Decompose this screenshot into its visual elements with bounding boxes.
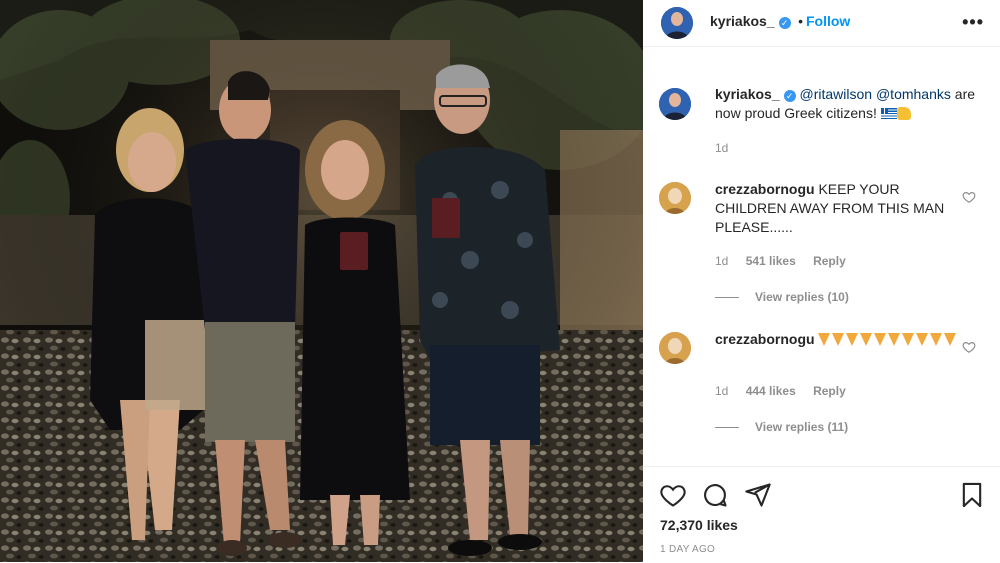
- caption-text: kyriakos_ ✓ @ritawilson @tomhanks are now…: [715, 85, 975, 123]
- pizza-emoji-icon: [818, 333, 831, 346]
- author-avatar[interactable]: [661, 7, 693, 39]
- view-replies-button[interactable]: View replies (11): [715, 420, 848, 434]
- commenter-avatar-image: [659, 332, 691, 364]
- verified-badge-icon: ✓: [783, 90, 796, 102]
- comment-item: crezzabornogu KEEP YOUR CHILDREN AWAY FR…: [659, 180, 984, 310]
- post-photo[interactable]: [0, 0, 643, 562]
- post-header: kyriakos_ ✓ • Follow •••: [643, 0, 1000, 47]
- caption-author[interactable]: kyriakos_: [715, 86, 780, 102]
- mention-ritawilson[interactable]: @ritawilson: [800, 86, 873, 102]
- replies-line: [715, 297, 739, 299]
- author-avatar-image: [661, 7, 693, 39]
- comment-likes[interactable]: 444 likes: [746, 384, 796, 398]
- photo-illustration: [0, 0, 643, 562]
- comment-text: crezzabornogu KEEP YOUR CHILDREN AWAY FR…: [715, 180, 975, 237]
- comment-likes[interactable]: 541 likes: [746, 254, 796, 268]
- share-icon[interactable]: [744, 481, 772, 509]
- post-date[interactable]: 1 DAY AGO: [660, 544, 715, 555]
- heart-icon[interactable]: [659, 481, 687, 509]
- pizza-emoji-icon: [874, 333, 887, 346]
- commenter-avatar[interactable]: [659, 182, 691, 214]
- like-count[interactable]: 72,370 likes: [660, 517, 738, 533]
- pizza-emoji-icon: [930, 333, 943, 346]
- comment-age: 1d: [715, 384, 729, 398]
- post-side-panel: kyriakos_ ✓ • Follow ••• kyriakos_ ✓ @ritaw…: [643, 0, 1000, 562]
- separator-dot: •: [798, 13, 803, 29]
- comment-author[interactable]: crezzabornogu: [715, 331, 815, 347]
- comment-like-heart-icon[interactable]: [962, 340, 976, 354]
- caption-meta: 1d: [715, 141, 742, 155]
- view-replies-label: View replies (11): [755, 420, 849, 434]
- header-user-row: kyriakos_ ✓ • Follow: [710, 13, 850, 31]
- pizza-emoji-icon: [902, 333, 915, 346]
- commenter-avatar-image: [659, 182, 691, 214]
- author-username[interactable]: kyriakos_: [710, 13, 775, 29]
- commenter-avatar[interactable]: [659, 332, 691, 364]
- view-replies-label: View replies (10): [755, 290, 849, 304]
- pizza-emoji-icon: [832, 333, 845, 346]
- view-replies-button[interactable]: View replies (10): [715, 290, 849, 304]
- comment-icon[interactable]: [701, 481, 729, 509]
- greek-flag-icon: [880, 108, 897, 119]
- post-actions: 72,370 likes 1 DAY AGO: [643, 466, 1000, 563]
- caption: kyriakos_ ✓ @ritawilson @tomhanks are now…: [659, 85, 984, 165]
- pizza-emoji-row: [818, 331, 958, 347]
- comment-age: 1d: [715, 254, 729, 268]
- follow-button[interactable]: Follow: [806, 13, 850, 29]
- more-options-icon[interactable]: •••: [962, 12, 984, 33]
- pizza-emoji-icon: [888, 333, 901, 346]
- pizza-emoji-icon: [860, 333, 873, 346]
- comment-item: crezzabornogu 1d 444 likes Reply View re…: [659, 330, 984, 460]
- pizza-emoji-icon: [846, 333, 859, 346]
- passport-1: [340, 232, 368, 270]
- comment-meta: 1d 541 likes Reply: [715, 254, 860, 268]
- passport-2: [432, 198, 460, 238]
- comments-list[interactable]: kyriakos_ ✓ @ritawilson @tomhanks are now…: [643, 62, 1000, 460]
- reply-button[interactable]: Reply: [813, 254, 846, 268]
- caption-age: 1d: [715, 141, 729, 155]
- replies-line: [715, 427, 739, 429]
- verified-badge-icon: ✓: [778, 17, 791, 29]
- mention-tomhanks[interactable]: @tomhanks: [876, 86, 951, 102]
- bookmark-icon[interactable]: [958, 481, 986, 509]
- comment-meta: 1d 444 likes Reply: [715, 384, 860, 398]
- thumbs-up-icon: [896, 107, 911, 120]
- comment-like-heart-icon[interactable]: [962, 190, 976, 204]
- caption-avatar-image: [659, 88, 691, 120]
- caption-avatar[interactable]: [659, 88, 691, 120]
- comment-text: crezzabornogu: [715, 330, 975, 349]
- comment-author[interactable]: crezzabornogu: [715, 181, 815, 197]
- pizza-emoji-icon: [944, 333, 957, 346]
- pizza-emoji-icon: [916, 333, 929, 346]
- reply-button[interactable]: Reply: [813, 384, 846, 398]
